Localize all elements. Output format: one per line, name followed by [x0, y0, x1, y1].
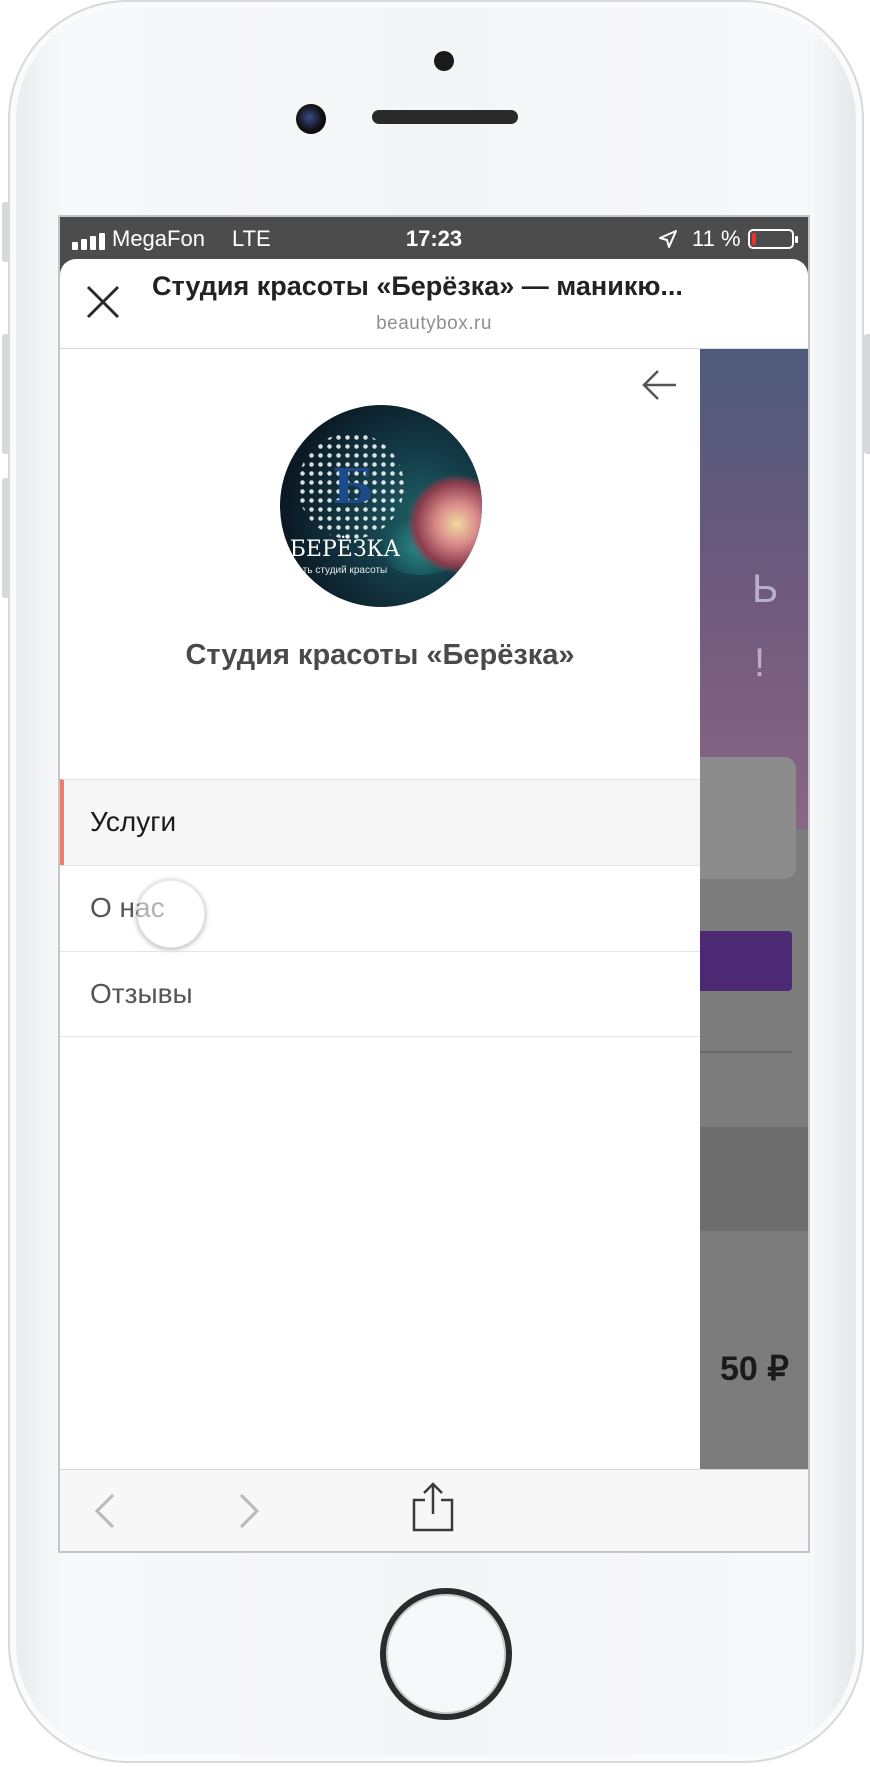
volume-up-button: [2, 334, 10, 454]
battery-percentage: 11 %: [692, 226, 741, 251]
home-button[interactable]: [380, 1588, 512, 1720]
location-arrow-icon: [659, 230, 677, 248]
forward-button[interactable]: [226, 1488, 272, 1534]
salon-logo: Б БЕРЁЗКА ть студий красоты: [280, 405, 482, 607]
back-button[interactable]: [82, 1488, 128, 1534]
menu-item-about[interactable]: О нас: [60, 865, 700, 951]
page-title: Студия красоты «Берёзка» — маникю...: [152, 271, 683, 301]
browser-header: Студия красоты «Берёзка» — маникю... bea…: [60, 259, 808, 349]
menu-item-label: Услуги: [90, 806, 177, 837]
menu-item-label: Отзывы: [90, 978, 193, 1009]
side-menu-drawer: Б БЕРЁЗКА ть студий красоты Студия красо…: [60, 349, 700, 1469]
arrow-left-icon[interactable]: [640, 365, 680, 405]
drawer-menu: Услуги О нас Отзывы: [60, 779, 700, 1037]
battery-level-fill: [752, 233, 756, 245]
battery-icon: [748, 229, 798, 249]
touch-indicator: [137, 880, 205, 948]
page-domain[interactable]: beautybox.ru: [60, 313, 808, 335]
back-icon: [94, 1493, 115, 1529]
salon-name: Студия красоты «Берёзка»: [185, 639, 575, 671]
menu-item-reviews[interactable]: Отзывы: [60, 951, 700, 1037]
background-glyph: !: [754, 641, 766, 685]
menu-item-services[interactable]: Услуги: [60, 779, 700, 865]
front-camera: [296, 104, 326, 134]
browser-toolbar: [60, 1469, 808, 1551]
logo-tagline: ть студий красоты: [302, 565, 388, 576]
proximity-sensor: [434, 51, 454, 71]
background-glyph: Ь: [752, 567, 779, 611]
logo-letter: Б: [332, 459, 374, 515]
logo-brand-text: БЕРЁЗКА: [289, 537, 401, 562]
volume-down-button: [2, 478, 10, 598]
forward-icon: [239, 1493, 260, 1529]
mute-switch: [2, 202, 10, 262]
phone-screen: MegaFon LTE 17:23 11 % Студия красоты «Б…: [58, 215, 810, 1553]
earpiece-speaker: [372, 110, 518, 124]
share-icon: [412, 1482, 454, 1532]
power-button: [864, 334, 870, 454]
share-button[interactable]: [410, 1482, 456, 1532]
status-bar: MegaFon LTE 17:23 11 %: [60, 217, 808, 259]
background-price: 50 ₽: [720, 1350, 789, 1388]
